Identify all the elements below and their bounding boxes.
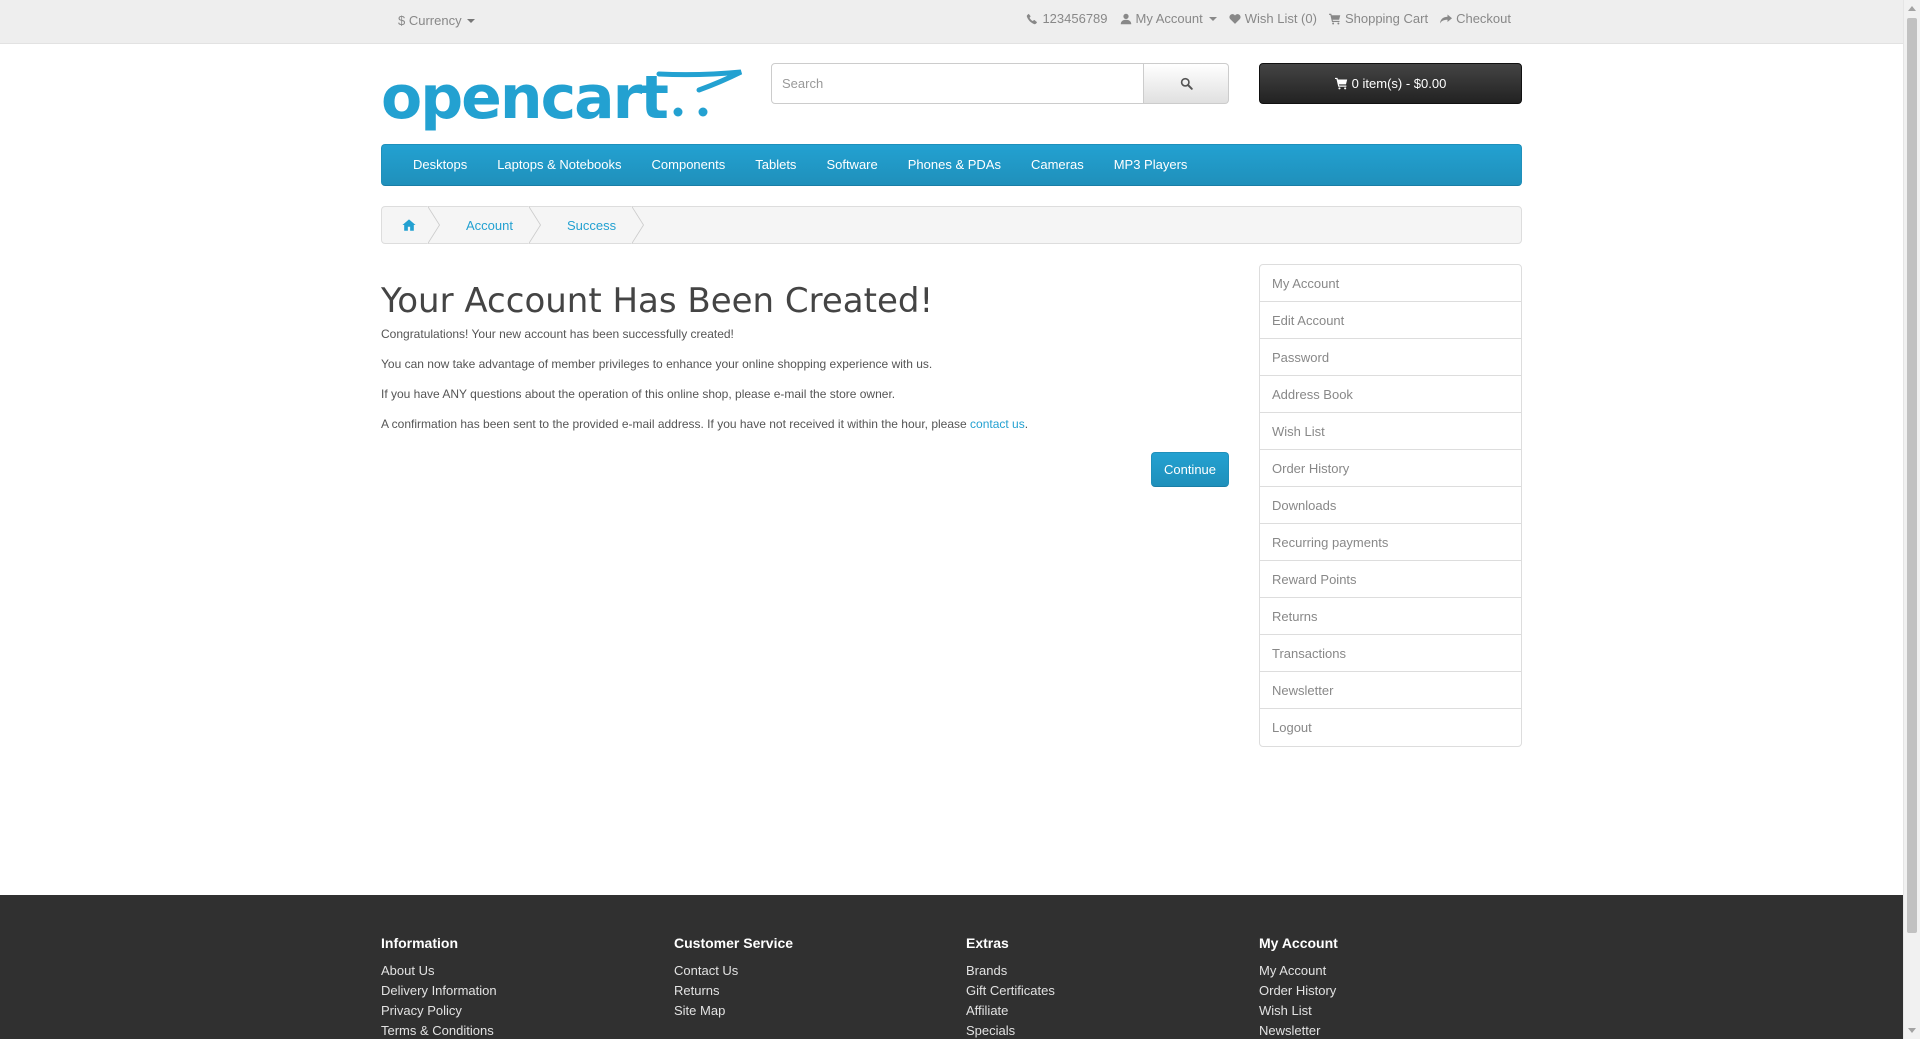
congrats-text: Congratulations! Your new account has be… <box>381 327 734 341</box>
footer-link-terms-conditions[interactable]: Terms & Conditions <box>381 1021 497 1039</box>
sidebar-item-reward-points[interactable]: Reward Points <box>1260 561 1521 598</box>
cart-icon <box>1328 13 1341 24</box>
cart-label: 0 item(s) - $0.00 <box>1351 76 1447 91</box>
footer-link-contact-us[interactable]: Contact Us <box>674 961 793 981</box>
sidebar-item-transactions[interactable]: Transactions <box>1260 635 1521 672</box>
share-icon <box>1440 14 1453 23</box>
footer-link-specials[interactable]: Specials <box>966 1021 1055 1039</box>
footer-link-privacy-policy[interactable]: Privacy Policy <box>381 1001 497 1021</box>
checkout-label: Checkout <box>1456 11 1511 26</box>
breadcrumb: Account Success <box>381 206 1522 244</box>
footer-link-wish-list[interactable]: Wish List <box>1259 1001 1338 1021</box>
phone-number: 123456789 <box>1042 11 1108 26</box>
footer-link-affiliate[interactable]: Affiliate <box>966 1001 1055 1021</box>
cart-button[interactable]: 0 item(s) - $0.00 <box>1259 63 1522 104</box>
opencart-logo[interactable]: opencart <box>381 62 743 138</box>
menu-item-phones-pdas[interactable]: Phones & PDAs <box>893 144 1016 186</box>
footer-column-my-account: My Account My Account Order History Wish… <box>1259 935 1338 1039</box>
wish-list-link[interactable]: Wish List (0) <box>1229 11 1317 26</box>
footer-link-my-account[interactable]: My Account <box>1259 961 1338 981</box>
footer-link-returns[interactable]: Returns <box>674 981 793 1001</box>
sidebar-item-edit-account[interactable]: Edit Account <box>1260 302 1521 339</box>
checkout-link[interactable]: Checkout <box>1440 11 1511 26</box>
menu-item-mp3-players[interactable]: MP3 Players <box>1099 144 1203 186</box>
questions-text: If you have ANY questions about the oper… <box>381 387 896 401</box>
continue-button[interactable]: Continue <box>1151 452 1229 487</box>
scroll-down-arrow-icon[interactable] <box>1908 1028 1916 1033</box>
search-icon <box>1180 77 1193 90</box>
footer-link-newsletter[interactable]: Newsletter <box>1259 1021 1338 1039</box>
page-title: Your Account Has Been Created! <box>381 281 934 321</box>
menu-item-components[interactable]: Components <box>637 144 741 186</box>
footer-heading: Information <box>381 935 458 951</box>
confirmation-suffix: . <box>1024 417 1029 431</box>
currency-dropdown[interactable]: $ Currency <box>398 13 475 28</box>
sidebar-item-wish-list[interactable]: Wish List <box>1260 413 1521 450</box>
wish-list-label: Wish List (0) <box>1244 11 1317 26</box>
my-account-dropdown[interactable]: My Account <box>1120 11 1217 26</box>
confirmation-text: A confirmation has been sent to the prov… <box>381 416 1229 433</box>
footer-link-about-us[interactable]: About Us <box>381 961 497 981</box>
shopping-cart-label: Shopping Cart <box>1344 11 1429 26</box>
menu-item-tablets[interactable]: Tablets <box>740 144 811 186</box>
sidebar-item-my-account[interactable]: My Account <box>1260 265 1521 302</box>
chevron-down-icon <box>466 18 475 23</box>
cart-wheel-left <box>673 107 683 117</box>
confirmation-prefix: A confirmation has been sent to the prov… <box>381 417 971 431</box>
footer-link-delivery-information[interactable]: Delivery Information <box>381 981 497 1001</box>
sidebar-item-newsletter[interactable]: Newsletter <box>1260 672 1521 709</box>
top-bar: $ Currency 123456789 My Account Wish Lis… <box>0 0 1903 44</box>
phone-link[interactable]: 123456789 <box>1026 11 1108 26</box>
top-links: 123456789 My Account Wish List (0) Shopp… <box>1026 11 1511 26</box>
footer: Information About Us Delivery Informatio… <box>0 895 1903 1039</box>
sidebar-item-password[interactable]: Password <box>1260 339 1521 376</box>
menu-item-software[interactable]: Software <box>811 144 892 186</box>
breadcrumb-home[interactable] <box>382 206 440 244</box>
footer-column-customer-service: Customer Service Contact Us Returns Site… <box>674 935 793 1021</box>
sidebar-item-address-book[interactable]: Address Book <box>1260 376 1521 413</box>
home-icon <box>402 219 416 231</box>
currency-label: $ Currency <box>398 13 462 28</box>
footer-link-order-history[interactable]: Order History <box>1259 981 1338 1001</box>
breadcrumb-success[interactable]: Success <box>541 206 645 244</box>
scroll-up-arrow-icon[interactable] <box>1908 6 1916 11</box>
sidebar-item-recurring-payments[interactable]: Recurring payments <box>1260 524 1521 561</box>
footer-column-information: Information About Us Delivery Informatio… <box>381 935 497 1039</box>
chevron-down-icon <box>1208 16 1217 21</box>
menu-item-desktops[interactable]: Desktops <box>398 144 482 186</box>
cart-wheel-right <box>698 107 708 117</box>
vertical-scrollbar[interactable] <box>1903 0 1920 1039</box>
scrollbar-thumb[interactable] <box>1907 18 1917 933</box>
search-button[interactable] <box>1144 63 1229 104</box>
my-account-label: My Account <box>1135 11 1203 26</box>
sidebar-item-order-history[interactable]: Order History <box>1260 450 1521 487</box>
cart-swoosh <box>656 69 743 93</box>
menu-item-laptops-notebooks[interactable]: Laptops & Notebooks <box>482 144 636 186</box>
user-icon <box>1120 13 1131 24</box>
footer-heading: My Account <box>1259 935 1338 951</box>
privileges-text: You can now take advantage of member pri… <box>381 357 933 371</box>
logo-text: opencart <box>381 63 668 133</box>
footer-column-extras: Extras Brands Gift Certificates Affiliat… <box>966 935 1055 1039</box>
search-input[interactable] <box>771 63 1144 104</box>
sidebar-item-returns[interactable]: Returns <box>1260 598 1521 635</box>
search-bar <box>771 63 1229 104</box>
footer-heading: Customer Service <box>674 935 794 951</box>
footer-link-brands[interactable]: Brands <box>966 961 1055 981</box>
account-sidebar: My Account Edit Account Password Address… <box>1259 264 1522 747</box>
heart-icon <box>1229 13 1241 24</box>
sidebar-item-logout[interactable]: Logout <box>1260 709 1521 746</box>
cart-icon <box>1334 77 1347 90</box>
shopping-cart-link[interactable]: Shopping Cart <box>1328 11 1429 26</box>
main-content: Your Account Has Been Created! Congratul… <box>381 280 1229 487</box>
footer-heading: Extras <box>966 935 1009 951</box>
menu-item-cameras[interactable]: Cameras <box>1016 144 1099 186</box>
breadcrumb-account[interactable]: Account <box>440 206 541 244</box>
footer-link-site-map[interactable]: Site Map <box>674 1001 793 1021</box>
main-menu: Desktops Laptops & Notebooks Components … <box>381 144 1522 186</box>
contact-us-link[interactable]: contact us <box>970 417 1025 431</box>
footer-link-gift-certificates[interactable]: Gift Certificates <box>966 981 1055 1001</box>
sidebar-item-downloads[interactable]: Downloads <box>1260 487 1521 524</box>
phone-icon <box>1027 13 1038 24</box>
